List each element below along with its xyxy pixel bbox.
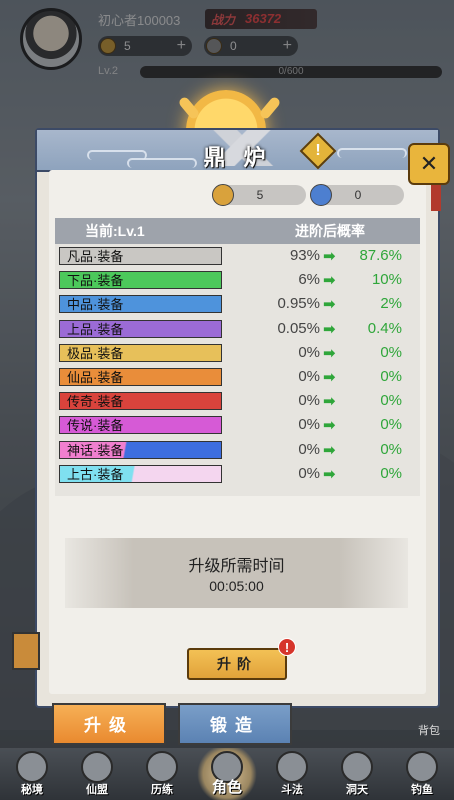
nav-icon (146, 751, 178, 783)
current-probability: 0% (298, 440, 320, 458)
quality-tag: 上品·装备 (59, 319, 222, 338)
upgrade-time-value: 00:05:00 (209, 578, 264, 594)
nav-icon (406, 751, 438, 783)
upgrade-time-label: 升级所需时间 (188, 558, 285, 575)
panel-title: 鼎 炉 (203, 145, 272, 170)
table-rows: 凡品·装备 93% ➡ 87.6% 下品·装备 6% ➡ 10% 中品·装备 0.95% ➡ 2% 上品… (55, 244, 420, 486)
next-probability: 0.4% (367, 319, 402, 337)
arrow-right-icon: ➡ (323, 248, 336, 265)
nav-label: 斗法 (281, 784, 303, 796)
table-row: 上品·装备 0.05% ➡ 0.4% (55, 317, 420, 341)
nav-label: 历练 (151, 784, 173, 796)
panel-resource-1-value: 5 (256, 188, 264, 202)
panel-titlebar: 鼎 炉 ! (37, 130, 438, 172)
current-probability: 0% (298, 416, 320, 434)
quality-tag: 传说·装备 (59, 416, 222, 435)
current-probability: 0% (298, 392, 320, 410)
nav-item[interactable]: 洞天 (327, 748, 387, 800)
nav-label: 角色 (211, 779, 242, 796)
panel-resource-2: 0 (310, 184, 404, 206)
nav-item[interactable]: 秘境 (2, 748, 62, 800)
quality-tag: 凡品·装备 (59, 247, 222, 265)
table-header: 当前:Lv.1 进阶后概率 (55, 218, 420, 244)
current-probability: 93% (289, 247, 320, 264)
furnace-token-icon (212, 184, 234, 206)
arrow-right-icon: ➡ (323, 320, 336, 338)
next-probability: 0% (380, 367, 402, 385)
table-row: 上古·装备 0% ➡ 0% (55, 462, 420, 486)
next-probability: 0% (380, 416, 402, 434)
probability-header: 进阶后概率 (295, 223, 365, 239)
panel-resource-2-value: 0 (354, 188, 362, 202)
alert-badge: ! (278, 638, 296, 656)
current-probability: 0% (298, 343, 320, 361)
current-probability: 0.95% (277, 295, 320, 313)
table-row: 中品·装备 0.95% ➡ 2% (55, 292, 420, 316)
next-probability: 0% (380, 343, 402, 361)
arrow-right-icon: ➡ (323, 393, 336, 411)
close-icon: ✕ (419, 151, 439, 176)
side-shortcut-icon[interactable] (12, 632, 40, 670)
upgrade-time-box: 升级所需时间 00:05:00 (65, 538, 408, 608)
nav-label: 秘境 (21, 784, 43, 796)
nav-label: 钓鱼 (411, 784, 433, 796)
next-probability: 0% (380, 392, 402, 410)
nav-item[interactable]: 角色 (197, 748, 257, 800)
next-probability: 87.6% (359, 247, 402, 264)
nav-icon (341, 751, 373, 783)
next-probability: 0% (380, 440, 402, 458)
nav-item[interactable]: 钓鱼 (392, 748, 452, 800)
arrow-right-icon: ➡ (323, 465, 336, 483)
probability-table: 当前:Lv.1 进阶后概率 凡品·装备 93% ➡ 87.6% 下品·装备 6% ➡ 10% 中… (55, 218, 420, 496)
current-probability: 0% (298, 367, 320, 385)
nav-icon (16, 751, 48, 783)
quality-tag: 上古·装备 (59, 464, 222, 483)
arrow-right-icon: ➡ (323, 296, 336, 314)
current-probability: 6% (298, 271, 320, 289)
tab-forge[interactable]: 锻造 (178, 703, 292, 745)
quality-tag: 极品·装备 (59, 343, 222, 362)
bag-label[interactable]: 背包 (418, 722, 440, 738)
nav-label: 仙盟 (86, 784, 108, 796)
next-probability: 2% (380, 295, 402, 313)
current-probability: 0.05% (277, 319, 320, 337)
quality-tag: 下品·装备 (59, 271, 222, 290)
nav-item[interactable]: 仙盟 (67, 748, 127, 800)
exclamation-icon: ! (315, 142, 321, 159)
spirit-stone-icon (310, 184, 332, 206)
arrow-right-icon: ➡ (323, 368, 336, 386)
panel-resource-1: 5 (212, 184, 306, 206)
close-button[interactable]: ✕ (408, 143, 450, 185)
quality-tag: 仙品·装备 (59, 367, 222, 386)
table-row: 传奇·装备 0% ➡ 0% (55, 389, 420, 413)
arrow-right-icon: ➡ (323, 417, 336, 435)
arrow-right-icon: ➡ (323, 441, 336, 459)
quality-tag: 神话·装备 (59, 440, 222, 459)
nav-icon (276, 751, 308, 783)
ribbon-ornament (431, 183, 441, 211)
next-probability: 10% (371, 271, 402, 289)
table-row: 极品·装备 0% ➡ 0% (55, 341, 420, 365)
table-row: 神话·装备 0% ➡ 0% (55, 438, 420, 462)
nav-icon (81, 751, 113, 783)
nav-label: 洞天 (346, 784, 368, 796)
quality-tag: 中品·装备 (59, 295, 222, 314)
arrow-right-icon: ➡ (323, 272, 336, 290)
table-row: 凡品·装备 93% ➡ 87.6% (55, 244, 420, 268)
tab-upgrade[interactable]: 升级 (52, 703, 166, 745)
nav-item[interactable]: 斗法 (262, 748, 322, 800)
next-probability: 0% (380, 464, 402, 482)
quality-tag: 传奇·装备 (59, 392, 222, 411)
current-probability: 0% (298, 464, 320, 482)
table-row: 下品·装备 6% ➡ 10% (55, 268, 420, 292)
bottom-nav: 秘境 仙盟 历练 角色 斗法 洞天 钓鱼 (0, 748, 454, 800)
upgrade-rank-button[interactable]: 升阶 (187, 648, 287, 680)
table-row: 传说·装备 0% ➡ 0% (55, 413, 420, 437)
table-row: 仙品·装备 0% ➡ 0% (55, 365, 420, 389)
current-level-header: 当前:Lv.1 (85, 223, 145, 239)
arrow-right-icon: ➡ (323, 344, 336, 362)
nav-item[interactable]: 历练 (132, 748, 192, 800)
